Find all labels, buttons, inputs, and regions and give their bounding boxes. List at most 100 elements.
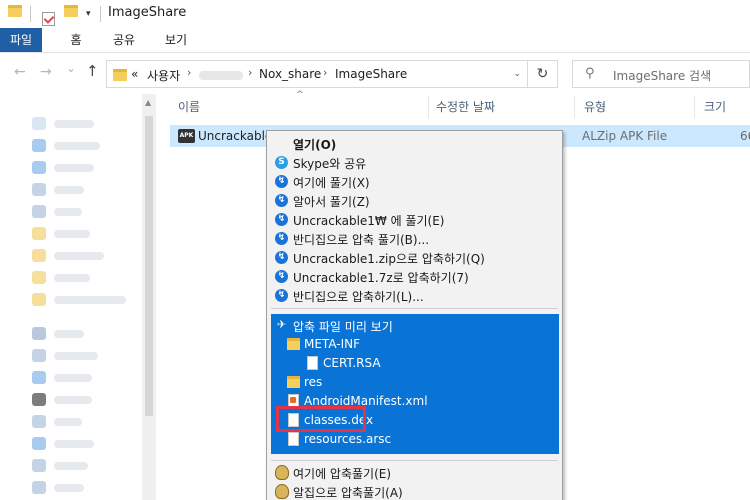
chevron-right-icon[interactable]: › — [248, 66, 252, 79]
downloads-icon — [32, 371, 46, 384]
breadcrumb-users[interactable]: 사용자 — [147, 67, 180, 84]
this-pc-icon — [32, 327, 46, 340]
menu-item-label: 반디집으로 압축하기(L)... — [293, 290, 424, 304]
search-placeholder[interactable]: ImageShare 검색 — [613, 67, 711, 84]
scrollbar-thumb[interactable] — [145, 116, 153, 416]
redacted-label — [54, 352, 98, 360]
column-header-name[interactable]: 이름 — [178, 94, 200, 120]
menu-item-share-skype[interactable]: S Skype와 공유 — [267, 153, 562, 172]
window-title: ImageShare — [108, 5, 187, 20]
forward-arrow-icon[interactable]: → — [40, 64, 52, 80]
context-menu: 열기(O) S Skype와 공유 ↯ 여기에 풀기(X) ↯ 알아서 풀기(Z… — [266, 130, 563, 500]
redacted-label — [54, 396, 92, 404]
menu-item-smart-extract[interactable]: ↯ 알아서 풀기(Z) — [267, 191, 562, 210]
quick-access-dropdown-icon[interactable]: ▾ — [86, 9, 91, 19]
breadcrumb-imageshare[interactable]: ImageShare — [335, 67, 407, 81]
redacted-label — [54, 484, 84, 492]
file-icon — [307, 356, 318, 370]
documents-icon — [32, 183, 46, 196]
desktop-icon — [32, 139, 46, 152]
menu-item-label: Uncrackable1₩ 에 풀기(E) — [293, 214, 445, 228]
redacted-label — [54, 330, 84, 338]
redacted-label — [54, 274, 90, 282]
entry-label: CERT.RSA — [323, 356, 381, 370]
menu-item-label: 여기에 풀기(X) — [293, 176, 370, 190]
tab-view[interactable]: 보기 — [156, 28, 196, 52]
alzip-icon: ↯ — [275, 232, 288, 245]
redacted-label — [54, 142, 100, 150]
pin-icon: ✈ — [277, 318, 287, 331]
refresh-button[interactable]: ↻ — [528, 60, 558, 88]
alzip-icon: ↯ — [275, 175, 288, 188]
sort-ascending-icon: ^ — [296, 90, 304, 100]
downloads-icon — [32, 161, 46, 174]
redacted-label — [54, 164, 94, 172]
menu-item-compress-zip[interactable]: ↯ Uncrackable1.zip으로 압축하기(Q) — [267, 248, 562, 267]
breadcrumb-overflow[interactable]: « — [131, 67, 138, 81]
redacted-label — [54, 208, 82, 216]
menu-item-alzip-extract-here[interactable]: 여기에 압축풀기(E) — [267, 463, 562, 482]
redacted-label — [54, 186, 84, 194]
alzip-gold-icon — [275, 484, 289, 499]
divider — [100, 6, 101, 22]
menu-item-bandizip-compress[interactable]: ↯ 반디집으로 압축하기(L)... — [267, 286, 562, 305]
tab-file[interactable]: 파일 — [0, 28, 42, 52]
column-divider[interactable] — [574, 96, 575, 118]
new-folder-icon[interactable] — [64, 5, 78, 17]
breadcrumb-nox-share[interactable]: Nox_share — [259, 67, 321, 81]
folder-icon — [8, 5, 22, 17]
menu-separator — [271, 460, 558, 461]
divider — [30, 6, 31, 22]
search-icon: ⚲ — [585, 66, 595, 81]
3d-objects-icon — [32, 349, 46, 362]
pictures-icon — [32, 205, 46, 218]
navigation-pane-scrollbar[interactable]: ▲ — [142, 94, 156, 500]
menu-item-label: 여기에 압축풀기(E) — [293, 467, 392, 481]
navigation-pane[interactable] — [0, 94, 142, 500]
column-divider[interactable] — [428, 96, 429, 118]
redacted-label — [54, 462, 88, 470]
chevron-right-icon[interactable]: › — [323, 66, 327, 79]
desktop-icon — [32, 437, 46, 450]
pictures-icon — [32, 459, 46, 472]
column-header-size[interactable]: 크기 — [704, 94, 726, 120]
archive-preview-panel[interactable]: ✈ 압축 파일 미리 보기 META-INF CERT.RSA res Andr… — [271, 314, 559, 454]
search-box[interactable]: ⚲ ImageShare 검색 — [572, 60, 750, 88]
menu-item-label: Skype와 공유 — [293, 157, 367, 171]
chevron-right-icon[interactable]: › — [187, 66, 191, 79]
menu-item-compress-7z[interactable]: ↯ Uncrackable1.7z로 압축하기(7) — [267, 267, 562, 286]
apk-file-icon: APK — [178, 129, 195, 143]
menu-separator — [271, 308, 558, 309]
address-bar[interactable]: « 사용자 › › Nox_share › ImageShare ⌄ — [106, 60, 528, 88]
alzip-icon: ↯ — [275, 194, 288, 207]
menu-item-alzip-extract[interactable]: 알집으로 압축풀기(A) — [267, 482, 562, 500]
folder-icon — [32, 249, 46, 262]
column-divider[interactable] — [694, 96, 695, 118]
address-dropdown-icon[interactable]: ⌄ — [513, 69, 521, 79]
file-type: ALZip APK File — [582, 129, 668, 143]
menu-item-bandizip-extract[interactable]: ↯ 반디집으로 압축 풀기(B)... — [267, 229, 562, 248]
preview-title-label: 압축 파일 미리 보기 — [293, 320, 393, 334]
entry-label: resources.arsc — [304, 432, 392, 446]
recent-locations-icon[interactable]: ⌄ — [66, 61, 76, 75]
menu-item-open[interactable]: 열기(O) — [267, 134, 562, 153]
menu-item-extract-to-folder[interactable]: ↯ Uncrackable1₩ 에 풀기(E) — [267, 210, 562, 229]
alzip-gold-icon — [275, 465, 289, 480]
scroll-up-icon[interactable]: ▲ — [145, 98, 151, 107]
tab-home[interactable]: 홈 — [60, 28, 92, 52]
file-icon — [288, 432, 299, 446]
alzip-icon: ↯ — [275, 270, 288, 283]
menu-item-label: 반디집으로 압축 풀기(B)... — [293, 233, 430, 247]
entry-label: META-INF — [304, 337, 361, 351]
back-arrow-icon[interactable]: ← — [14, 64, 26, 80]
ribbon-tabs: 파일 홈 공유 보기 — [0, 28, 750, 53]
tab-share[interactable]: 공유 — [104, 28, 144, 52]
column-header-modified[interactable]: 수정한 날짜 — [436, 94, 495, 120]
up-arrow-icon[interactable]: ↑ — [86, 62, 99, 80]
properties-icon[interactable] — [42, 12, 55, 26]
folder-icon — [113, 69, 127, 81]
menu-item-label: 알아서 풀기(Z) — [293, 195, 370, 209]
redacted-label — [54, 230, 90, 238]
column-header-type[interactable]: 유형 — [584, 94, 606, 120]
menu-item-extract-here[interactable]: ↯ 여기에 풀기(X) — [267, 172, 562, 191]
